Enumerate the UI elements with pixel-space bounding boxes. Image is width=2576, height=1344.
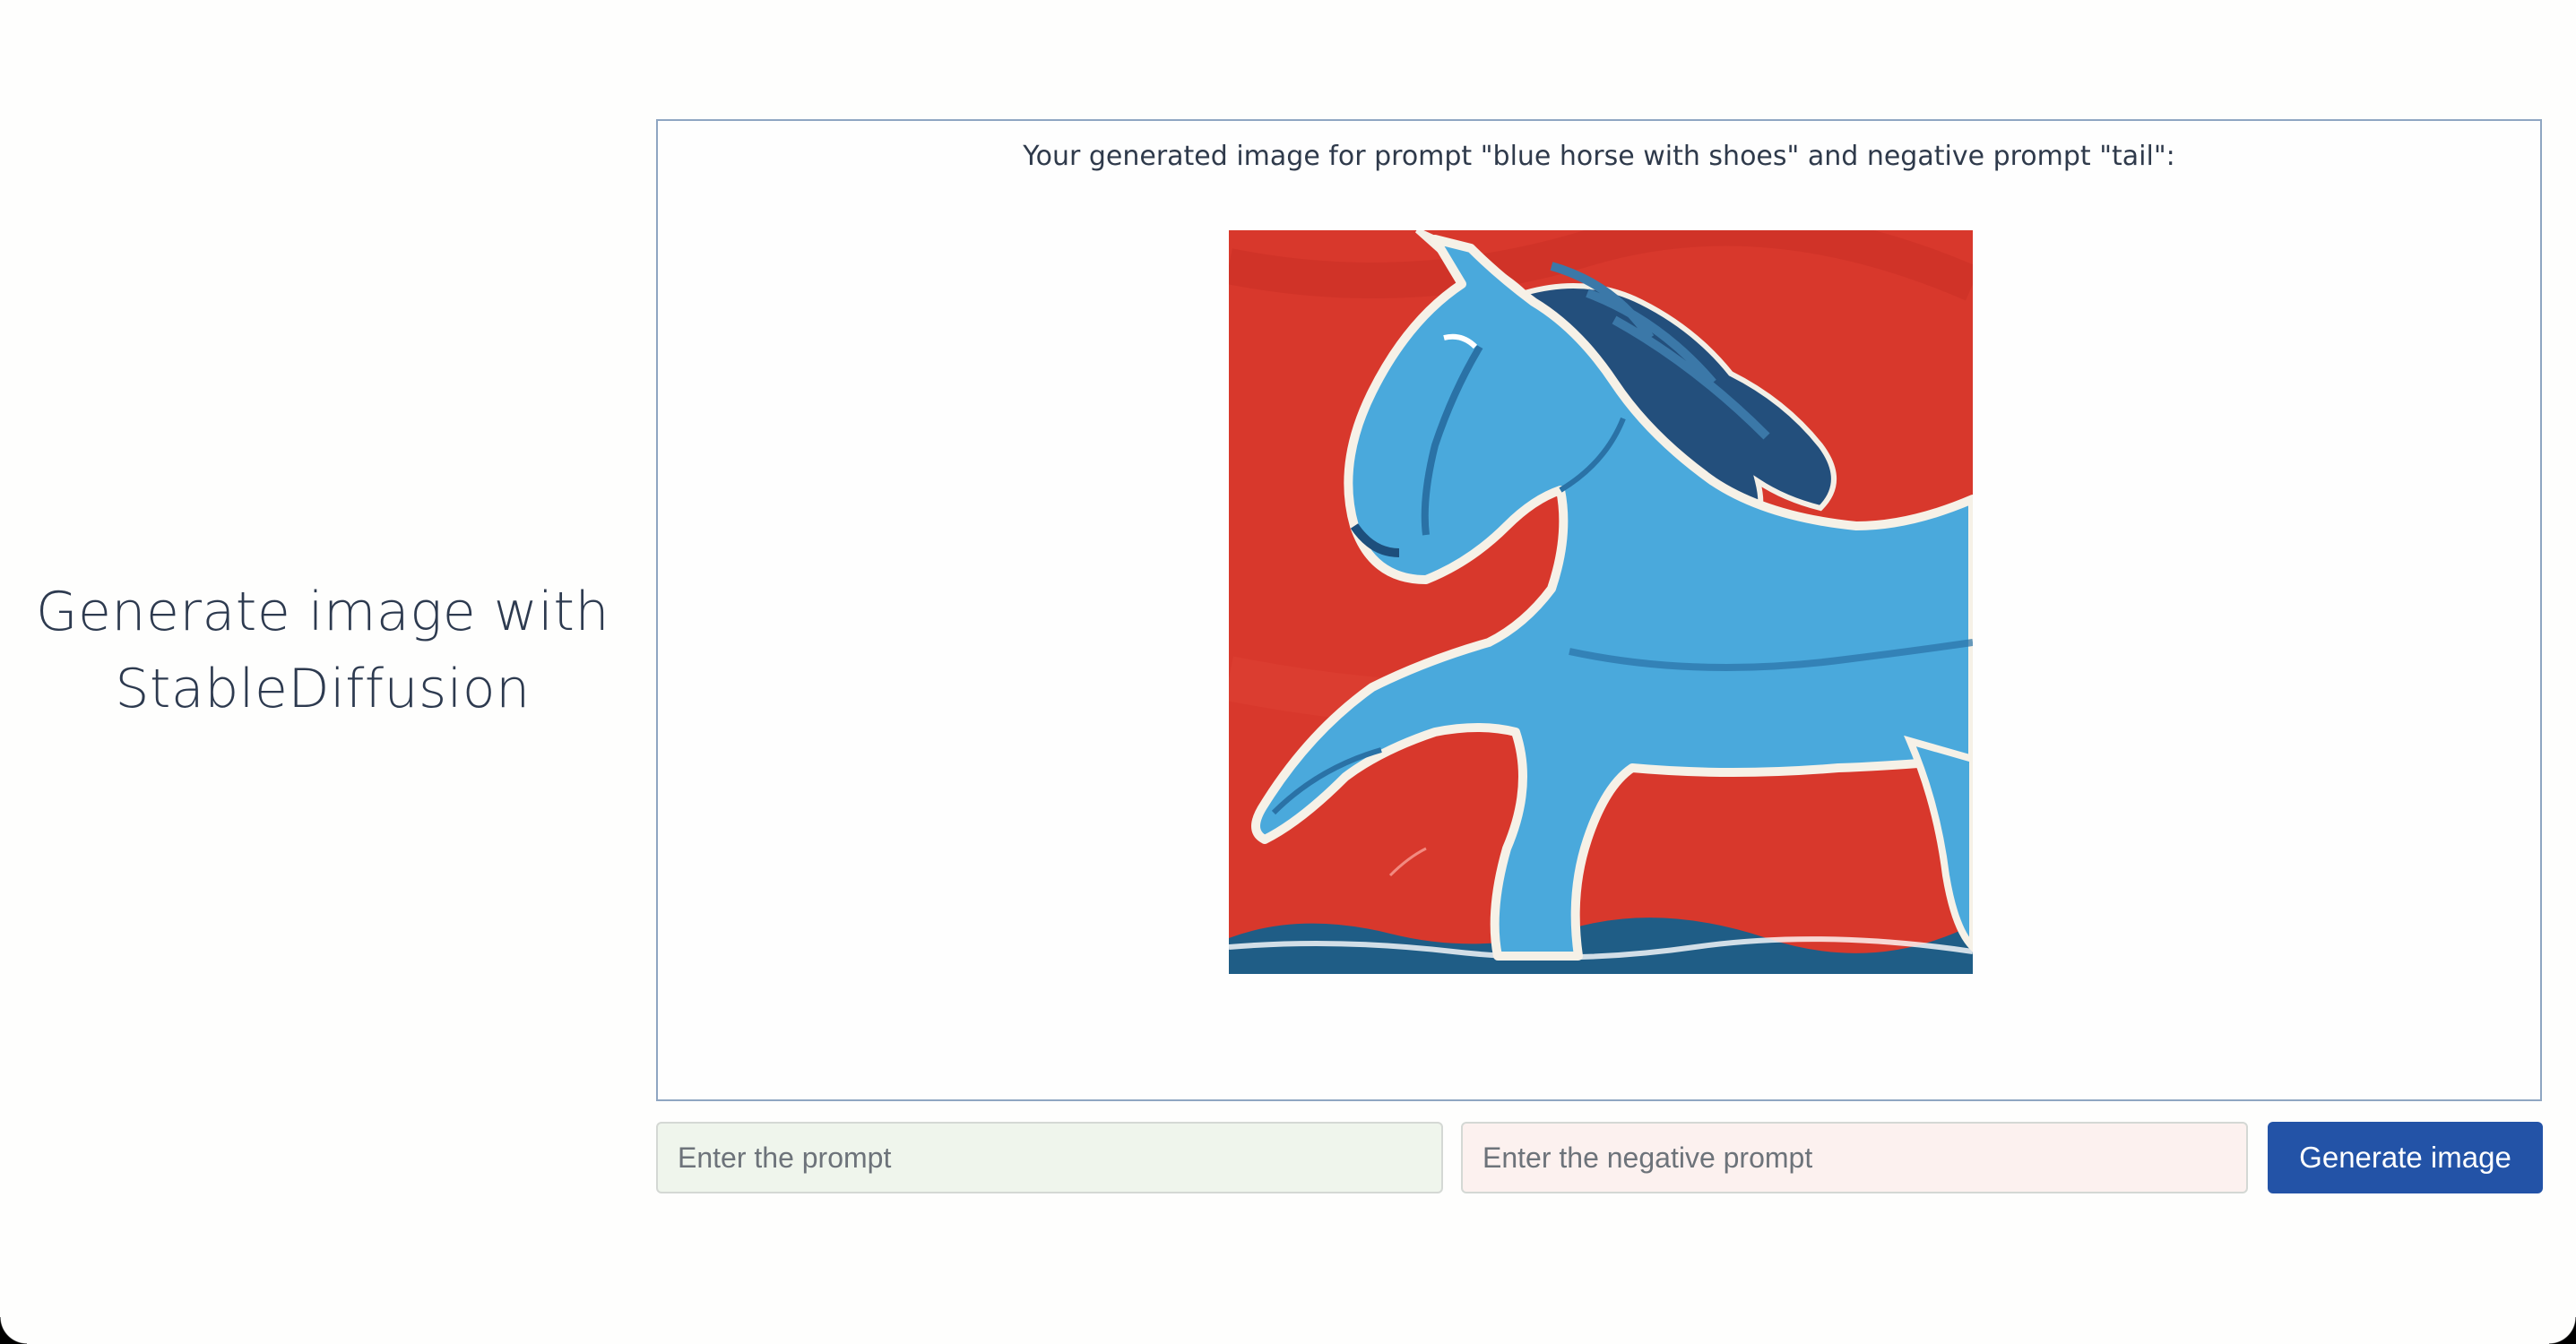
prompt-input[interactable]: [656, 1122, 1443, 1193]
horse-painting: [1229, 230, 1973, 974]
generated-image: [1229, 230, 1973, 974]
result-panel: Your generated image for prompt "blue ho…: [656, 119, 2542, 1101]
page-title: Generate image with StableDiffusion: [18, 573, 627, 728]
page-title-line-2: StableDiffusion: [115, 658, 531, 720]
generate-image-button[interactable]: Generate image: [2268, 1122, 2543, 1193]
window-corner-right: [2549, 1317, 2576, 1344]
window-corner-left: [0, 1317, 27, 1344]
page-title-line-1: Generate image with: [36, 581, 609, 643]
result-caption: Your generated image for prompt "blue ho…: [1023, 141, 2175, 172]
negative-prompt-input[interactable]: [1461, 1122, 2248, 1193]
window-frame-bottom: [0, 1317, 2576, 1344]
page: Generate image with StableDiffusion Your…: [0, 0, 2576, 1344]
